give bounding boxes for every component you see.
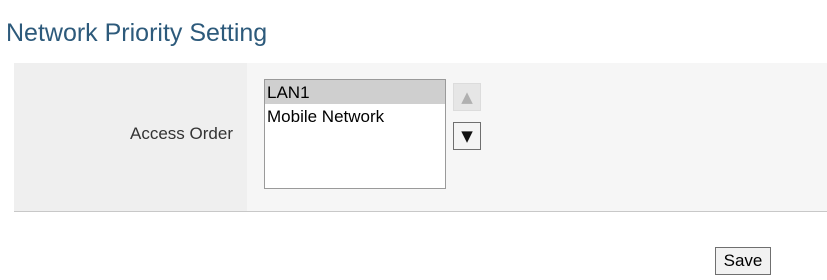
network-priority-page: Network Priority Setting Access Order LA… — [0, 0, 827, 280]
down-arrow-icon: ▼ — [461, 127, 473, 145]
access-order-label: Access Order — [130, 124, 233, 143]
access-order-value-cell: LAN1 Mobile Network ▲ ▼ — [247, 63, 827, 211]
section-title: Network Priority Setting — [6, 19, 268, 47]
list-option-mobile-network[interactable]: Mobile Network — [265, 104, 445, 128]
move-down-button[interactable]: ▼ — [453, 122, 481, 150]
list-option-lan1[interactable]: LAN1 — [265, 80, 445, 104]
access-order-listbox[interactable]: LAN1 Mobile Network — [264, 79, 446, 189]
up-arrow-icon: ▲ — [461, 88, 473, 106]
access-order-label-cell: Access Order — [14, 63, 247, 211]
settings-table: Access Order LAN1 Mobile Network ▲ ▼ — [14, 63, 827, 212]
move-up-button[interactable]: ▲ — [453, 83, 481, 111]
save-button[interactable]: Save — [715, 247, 771, 275]
